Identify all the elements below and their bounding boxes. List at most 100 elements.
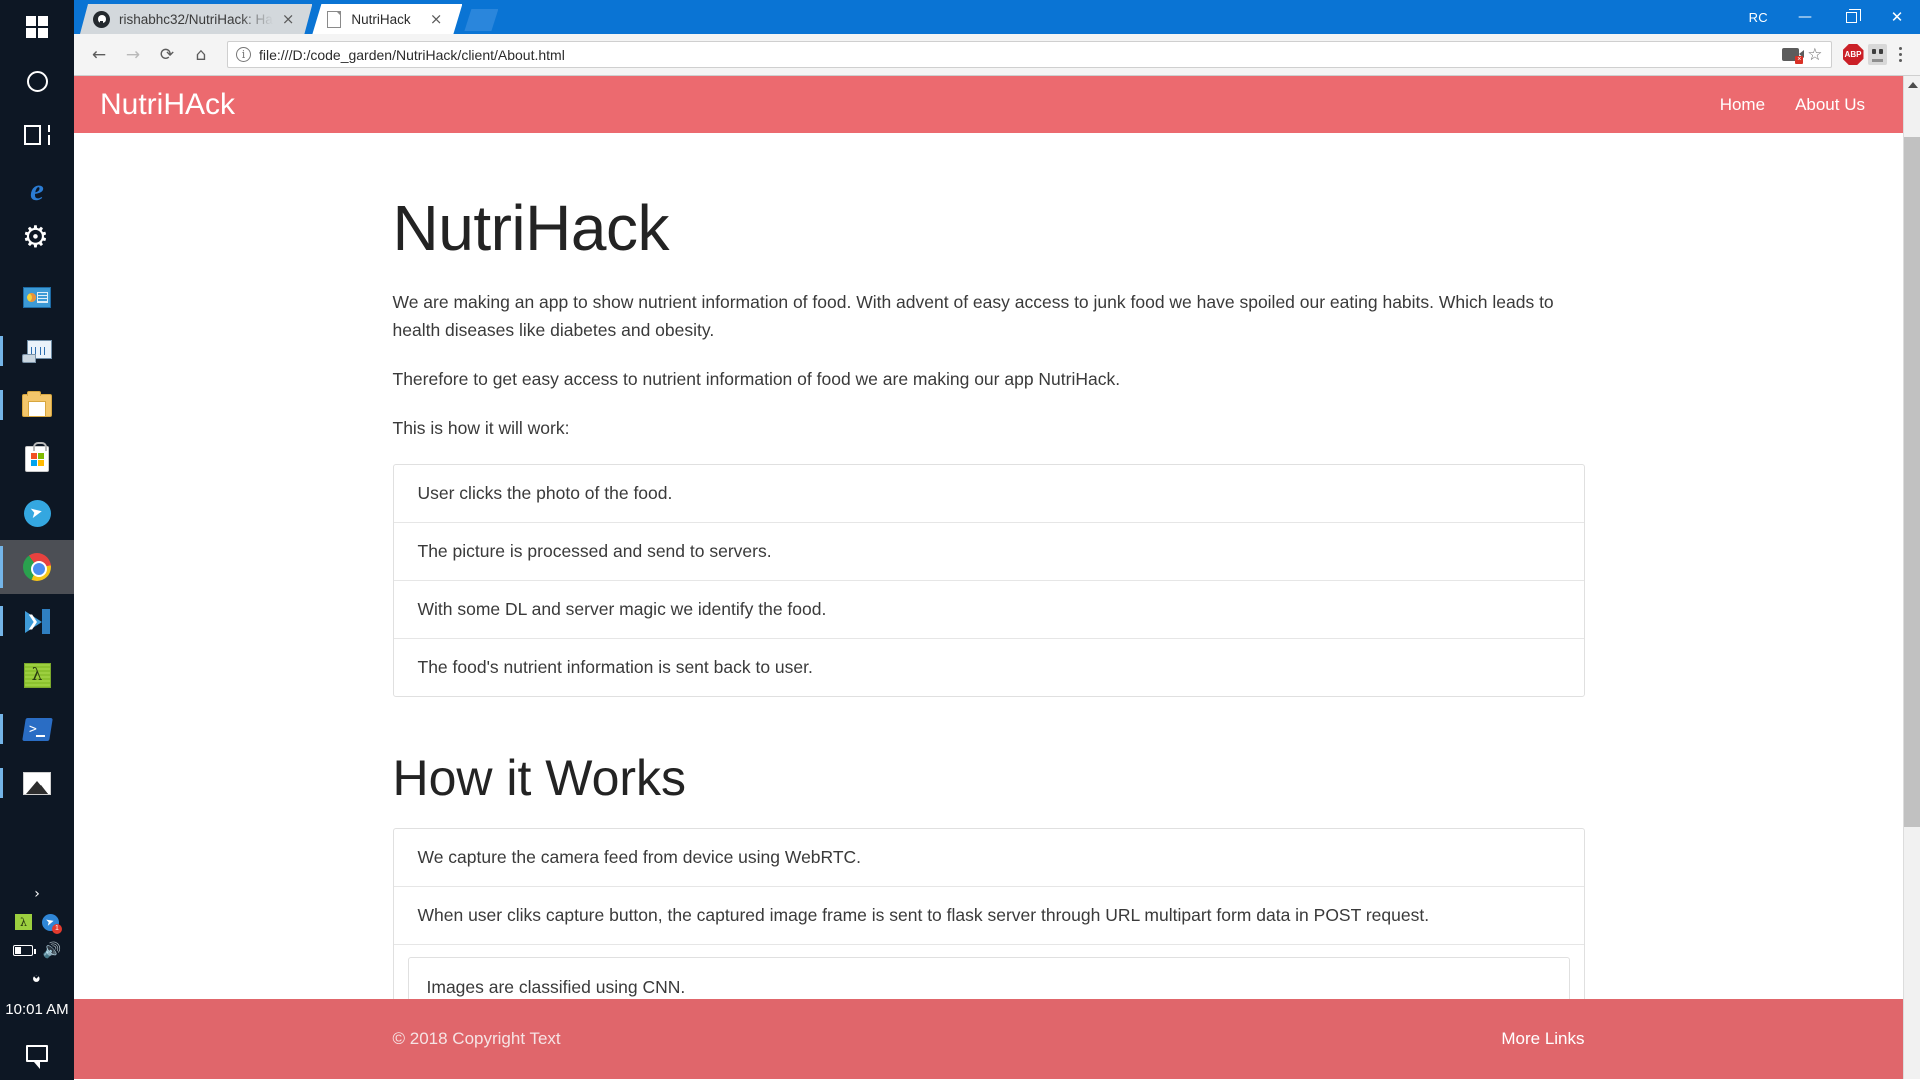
taskbar-item-settings[interactable] [0,216,74,270]
list-item: We capture the camera feed from device u… [393,829,1584,887]
page-info-icon[interactable]: i [236,47,251,62]
taskbar-item-haskell[interactable]: λ [0,648,74,702]
taskbar-item-office[interactable] [0,270,74,324]
battery-icon[interactable] [12,944,36,956]
taskbar-item-powershell[interactable]: > [0,702,74,756]
start-button[interactable] [0,0,74,54]
close-button[interactable]: ✕ [1874,0,1920,34]
close-icon[interactable]: × [282,12,295,27]
browser-toolbar: ← → ⟳ ⌂ i file:///D:/code_garden/NutriHa… [74,34,1920,76]
taskbar-item-microsoft-store[interactable] [0,432,74,486]
site-navbar: NutriHAck Home About Us [74,76,1903,133]
new-tab-button[interactable] [464,9,498,31]
page-title: NutriHack [392,192,670,264]
footer-inner: © 2018 Copyright Text More Links [393,1029,1585,1049]
action-center-icon [26,1044,48,1069]
system-tray: › λ ➤ 1 🔊 ◕ 10:01 AM [0,880,74,1080]
action-center-button[interactable] [0,1026,74,1080]
window-controls: RC — ✕ [1735,0,1920,34]
vscode-icon: ❯ [24,608,51,635]
tab-title: NutriHack [351,11,411,27]
extension-icon[interactable] [1867,44,1887,65]
navbar-brand[interactable]: NutriHAck [100,89,235,120]
reload-button[interactable]: ⟳ [152,40,182,70]
chrome-window: rishabhc32/NutriHack: Ha × NutriHack × R… [74,0,1920,1080]
tab-strip: rishabhc32/NutriHack: Ha × NutriHack × [74,0,498,34]
chevron-right-icon[interactable]: › [34,886,40,902]
footer-copyright: © 2018 Copyright Text [392,1029,561,1048]
section-title-how-it-works: How it Works [392,749,687,806]
profile-chip[interactable]: RC [1735,10,1782,25]
task-view-icon [24,125,50,145]
tray-notification-icon[interactable]: ➤ 1 [42,913,62,934]
page-content: NutriHack We are making an app to show n… [74,193,1903,1079]
gear-icon [22,227,49,255]
taskbar-item-vscode[interactable]: ❯ [0,594,74,648]
maximize-button[interactable] [1828,0,1874,34]
scrollbar-thumb[interactable] [1904,137,1920,827]
nav-link-home[interactable]: Home [1720,95,1765,115]
taskbar-clock[interactable]: 10:01 AM [0,992,74,1026]
browser-tab-nutrihack[interactable]: NutriHack × [312,4,462,34]
lambda-icon: λ [23,662,51,688]
forward-button[interactable]: → [118,40,148,70]
purpose-paragraph: Therefore to get easy access to nutrient… [392,368,1121,389]
tab-title: rishabhc32/NutriHack: Ha [119,11,273,27]
tray-status-row: 🔊 [0,936,74,964]
bookmark-star-icon[interactable]: ☆ [1807,46,1822,63]
browser-titlebar: rishabhc32/NutriHack: Ha × NutriHack × R… [74,0,1920,34]
wifi-icon[interactable]: ◕ [28,969,46,987]
web-page: NutriHAck Home About Us NutriHack We are… [74,76,1903,1079]
taskbar-item-system-monitor[interactable] [0,324,74,378]
taskbar-item-chrome[interactable] [0,540,74,594]
adblock-plus-icon[interactable]: ABP [1842,44,1864,65]
photos-icon [23,771,51,795]
list-item: With some DL and server magic we identif… [393,581,1584,639]
browser-tab-github[interactable]: rishabhc32/NutriHack: Ha × [80,4,312,34]
chrome-icon [23,553,51,581]
cortana-button[interactable] [0,54,74,108]
folder-icon [22,390,52,417]
content-container: NutriHack We are making an app to show n… [392,192,1585,1079]
list-item: The food's nutrient information is sent … [417,656,813,677]
list-item: User clicks the photo of the food. [393,465,1584,523]
github-icon [93,11,110,28]
address-bar[interactable]: i file:///D:/code_garden/NutriHack/clien… [227,41,1832,68]
tray-haskell-icon[interactable]: λ [15,914,32,930]
restore-icon [1845,8,1861,23]
page-scrollbar[interactable] [1903,76,1920,1079]
taskbar-item-file-explorer[interactable] [0,378,74,432]
edge-icon: e [30,171,44,207]
cortana-icon [26,70,48,92]
page-icon [325,11,342,28]
home-button[interactable]: ⌂ [186,40,216,70]
office-icon [23,286,51,308]
telegram-icon: ➤ [23,499,51,527]
windows-taskbar: e ➤ ❯ [0,0,74,1080]
volume-icon[interactable]: 🔊 [43,943,62,958]
intro-paragraph: We are making an app to show nutrient in… [392,292,1554,340]
taskbar-item-edge[interactable]: e [0,162,74,216]
how-it-will-work-lead: This is how it will work: [392,417,570,438]
camera-blocked-icon[interactable]: × [1782,48,1805,64]
minimize-button[interactable]: — [1782,0,1828,34]
scroll-up-button[interactable] [1904,76,1920,93]
monitor-icon [22,339,52,363]
taskbar-item-photos[interactable] [0,756,74,810]
taskbar-item-telegram[interactable]: ➤ [0,486,74,540]
notification-badge: 1 [52,923,62,934]
steps-list: User clicks the photo of the food. The p… [392,463,1585,697]
chrome-menu-button[interactable] [1891,46,1911,63]
windows-logo-icon [26,16,48,38]
nav-link-about-us[interactable]: About Us [1795,95,1865,115]
footer-more-links[interactable]: More Links [1501,1029,1584,1049]
scrollbar-track[interactable] [1904,93,1920,1062]
screen: e ➤ ❯ [0,0,1920,1080]
list-item: When user cliks capture button, the capt… [393,887,1584,945]
tray-network-row: ◕ [0,964,74,992]
tray-apps-row: λ ➤ 1 [0,908,74,936]
back-button[interactable]: ← [84,40,114,70]
close-icon[interactable]: × [430,12,443,27]
page-viewport: NutriHAck Home About Us NutriHack We are… [74,76,1920,1079]
task-view-button[interactable] [0,108,74,162]
